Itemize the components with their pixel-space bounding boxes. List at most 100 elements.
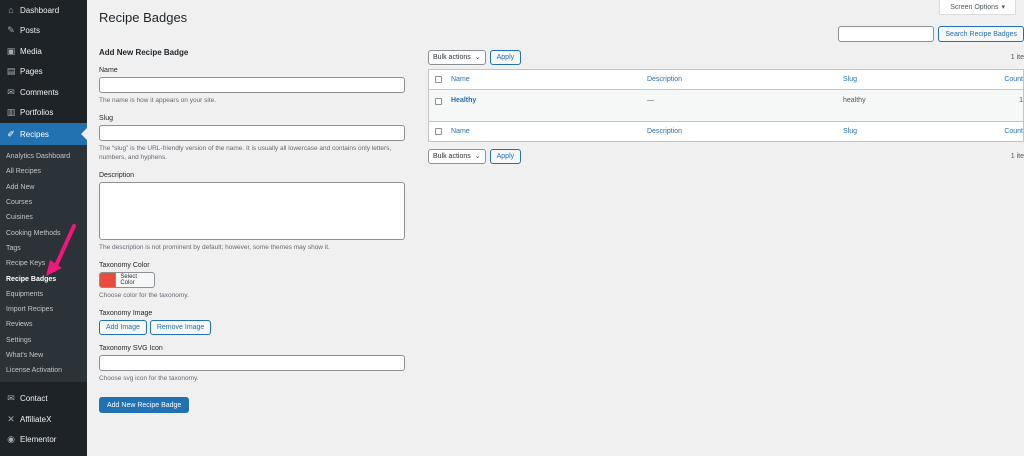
submenu-item-recipe-keys[interactable]: Recipe Keys xyxy=(0,256,87,271)
name-help: The name is how it appears on your site. xyxy=(99,97,217,104)
column-count-footer[interactable]: Count xyxy=(983,128,1023,135)
slug-label: Slug xyxy=(99,115,114,123)
add-badge-form: Add New Recipe Badge Name The name is ho… xyxy=(99,48,409,414)
sidebar-item-contact[interactable]: ✉ Contact xyxy=(0,388,87,409)
form-heading: Add New Recipe Badge xyxy=(99,48,189,57)
submenu-item-reviews[interactable]: Reviews xyxy=(0,317,87,332)
row-slug: healthy xyxy=(843,97,866,104)
sidebar-item-comments[interactable]: ✉ Comments xyxy=(0,82,87,103)
apply-button-bottom[interactable]: Apply xyxy=(489,148,522,164)
svg-icon-label: Taxonomy SVG Icon xyxy=(99,345,163,353)
table-header: Name Description Slug Count xyxy=(429,70,1023,90)
media-icon: ▣ xyxy=(6,45,16,56)
apply-button[interactable]: Apply xyxy=(489,49,522,65)
sidebar-item-label: Dashboard xyxy=(20,5,60,15)
row-count[interactable]: 1 xyxy=(983,97,1023,104)
submenu-item-tags[interactable]: Tags xyxy=(0,241,87,256)
submenu-item-license-activation[interactable]: License Activation xyxy=(0,363,87,378)
submenu-item-import-recipes[interactable]: Import Recipes xyxy=(0,302,87,317)
search-box: Search Recipe Badges xyxy=(838,26,1024,42)
color-label: Taxonomy Color xyxy=(99,262,150,270)
dashboard-icon: ⌂ xyxy=(8,5,14,16)
column-name-footer[interactable]: Name xyxy=(451,128,647,135)
search-input[interactable] xyxy=(838,26,935,42)
description-field[interactable] xyxy=(99,182,405,241)
remove-image-button[interactable]: Remove Image xyxy=(149,320,212,336)
submenu-item-add-new[interactable]: Add New xyxy=(0,180,87,195)
color-picker-button[interactable]: Select Color xyxy=(99,272,155,289)
table-row: Healthy — healthy 1 xyxy=(429,90,1023,121)
select-all-checkbox[interactable] xyxy=(435,76,442,83)
row-name-link[interactable]: Healthy xyxy=(451,97,647,104)
submenu-item-analytics-dashboard[interactable]: Analytics Dashboard xyxy=(0,149,87,164)
pages-icon: ▤ xyxy=(6,66,16,77)
affiliatex-icon: ✕ xyxy=(7,413,15,424)
submenu-item-cuisines[interactable]: Cuisines xyxy=(0,210,87,225)
main-content: Recipe Badges Screen Options ▾ Search Re… xyxy=(87,0,1024,456)
sidebar-item-pages[interactable]: ▤ Pages xyxy=(0,62,87,83)
bulk-actions-select[interactable]: Bulk actions ⌄ xyxy=(428,49,486,65)
add-image-button[interactable]: Add Image xyxy=(99,320,147,336)
submenu-item-courses[interactable]: Courses xyxy=(0,195,87,210)
sidebar-item-templates[interactable]: ▦Templates xyxy=(0,450,87,456)
add-badge-submit-button[interactable]: Add New Recipe Badge xyxy=(99,397,190,414)
submenu-item-what-s-new[interactable]: What's New xyxy=(0,348,87,363)
column-count[interactable]: Count xyxy=(983,76,1023,83)
submenu-item-all-recipes[interactable]: All Recipes xyxy=(0,164,87,179)
tablenav-top: Bulk actions ⌄ Apply 1 ite xyxy=(428,49,1024,65)
color-swatch xyxy=(100,273,116,288)
sidebar-item-label: Portfolios xyxy=(20,108,54,118)
submenu-item-equipments[interactable]: Equipments xyxy=(0,287,87,302)
sidebar-item-media[interactable]: ▣ Media xyxy=(0,41,87,62)
sidebar-item-affiliatex[interactable]: ✕ AffiliateX xyxy=(0,409,87,430)
column-slug-footer[interactable]: Slug xyxy=(843,128,983,135)
sidebar-item-posts[interactable]: ✎ Posts xyxy=(0,21,87,42)
name-field[interactable] xyxy=(99,77,405,93)
svg-icon-help: Choose svg icon for the taxonomy. xyxy=(99,375,199,383)
sidebar-item-elementor[interactable]: ◉ Elementor xyxy=(0,429,87,450)
svg-icon-field[interactable] xyxy=(99,355,405,372)
column-description-footer[interactable]: Description xyxy=(647,128,843,135)
bulk-actions-label: Bulk actions xyxy=(433,152,471,160)
sidebar-item-label: Pages xyxy=(20,67,43,77)
column-description[interactable]: Description xyxy=(647,76,843,83)
column-name[interactable]: Name xyxy=(451,76,647,83)
select-color-label: Select Color xyxy=(115,273,154,288)
bulk-actions-label: Bulk actions xyxy=(433,53,471,61)
slug-help: The “slug” is the URL-friendly version o… xyxy=(99,145,392,162)
sidebar-item-portfolios[interactable]: ▥ Portfolios xyxy=(0,103,87,124)
sidebar-item-label: Elementor xyxy=(20,435,57,445)
item-count-bottom: 1 ite xyxy=(1010,152,1024,160)
recipes-submenu: Analytics Dashboard All Recipes Add New Cou… xyxy=(0,145,87,383)
sidebar-item-label: Posts xyxy=(20,26,41,36)
sidebar-item-label: AffiliateX xyxy=(20,414,52,424)
sidebar-item-label: Contact xyxy=(20,394,48,404)
column-slug[interactable]: Slug xyxy=(843,76,983,83)
elementor-icon: ◉ xyxy=(7,434,15,445)
color-help: Choose color for the taxonomy. xyxy=(99,292,189,300)
recipes-icon: ✐ xyxy=(7,128,15,139)
badge-list: Bulk actions ⌄ Apply 1 ite Name Descript… xyxy=(428,49,1024,164)
tablenav-bottom: Bulk actions ⌄ Apply 1 ite xyxy=(428,148,1024,164)
submenu-item-cooking-methods[interactable]: Cooking Methods xyxy=(0,225,87,240)
badge-table: Name Description Slug Count Healthy — he… xyxy=(428,69,1024,142)
slug-field[interactable] xyxy=(99,125,405,142)
bulk-actions-select-bottom[interactable]: Bulk actions ⌄ xyxy=(428,148,486,164)
sidebar-item-label: Recipes xyxy=(20,129,49,139)
page-title: Recipe Badges xyxy=(99,10,188,25)
submenu-item-settings[interactable]: Settings xyxy=(0,333,87,348)
admin-sidebar: ⌂ Dashboard ✎ Posts ▣ Media ▤ Pages ✉ Comments ▥ Po… xyxy=(0,0,87,456)
sidebar-item-recipes[interactable]: ✐ Recipes xyxy=(0,123,87,145)
submenu-item-recipe-badges[interactable]: Recipe Badges xyxy=(0,271,87,286)
row-checkbox[interactable] xyxy=(435,98,442,105)
description-label: Description xyxy=(99,172,135,180)
screen-options-button[interactable]: Screen Options ▾ xyxy=(939,0,1016,15)
pin-icon: ✎ xyxy=(7,25,15,36)
comment-icon: ✉ xyxy=(7,86,15,97)
screen-options-label: Screen Options xyxy=(950,3,999,11)
sidebar-item-label: Media xyxy=(20,46,42,56)
chevron-down-icon: ⌄ xyxy=(474,153,481,160)
sidebar-item-dashboard[interactable]: ⌂ Dashboard xyxy=(0,0,87,21)
search-button[interactable]: Search Recipe Badges xyxy=(938,26,1024,42)
select-all-checkbox-footer[interactable] xyxy=(435,128,442,135)
